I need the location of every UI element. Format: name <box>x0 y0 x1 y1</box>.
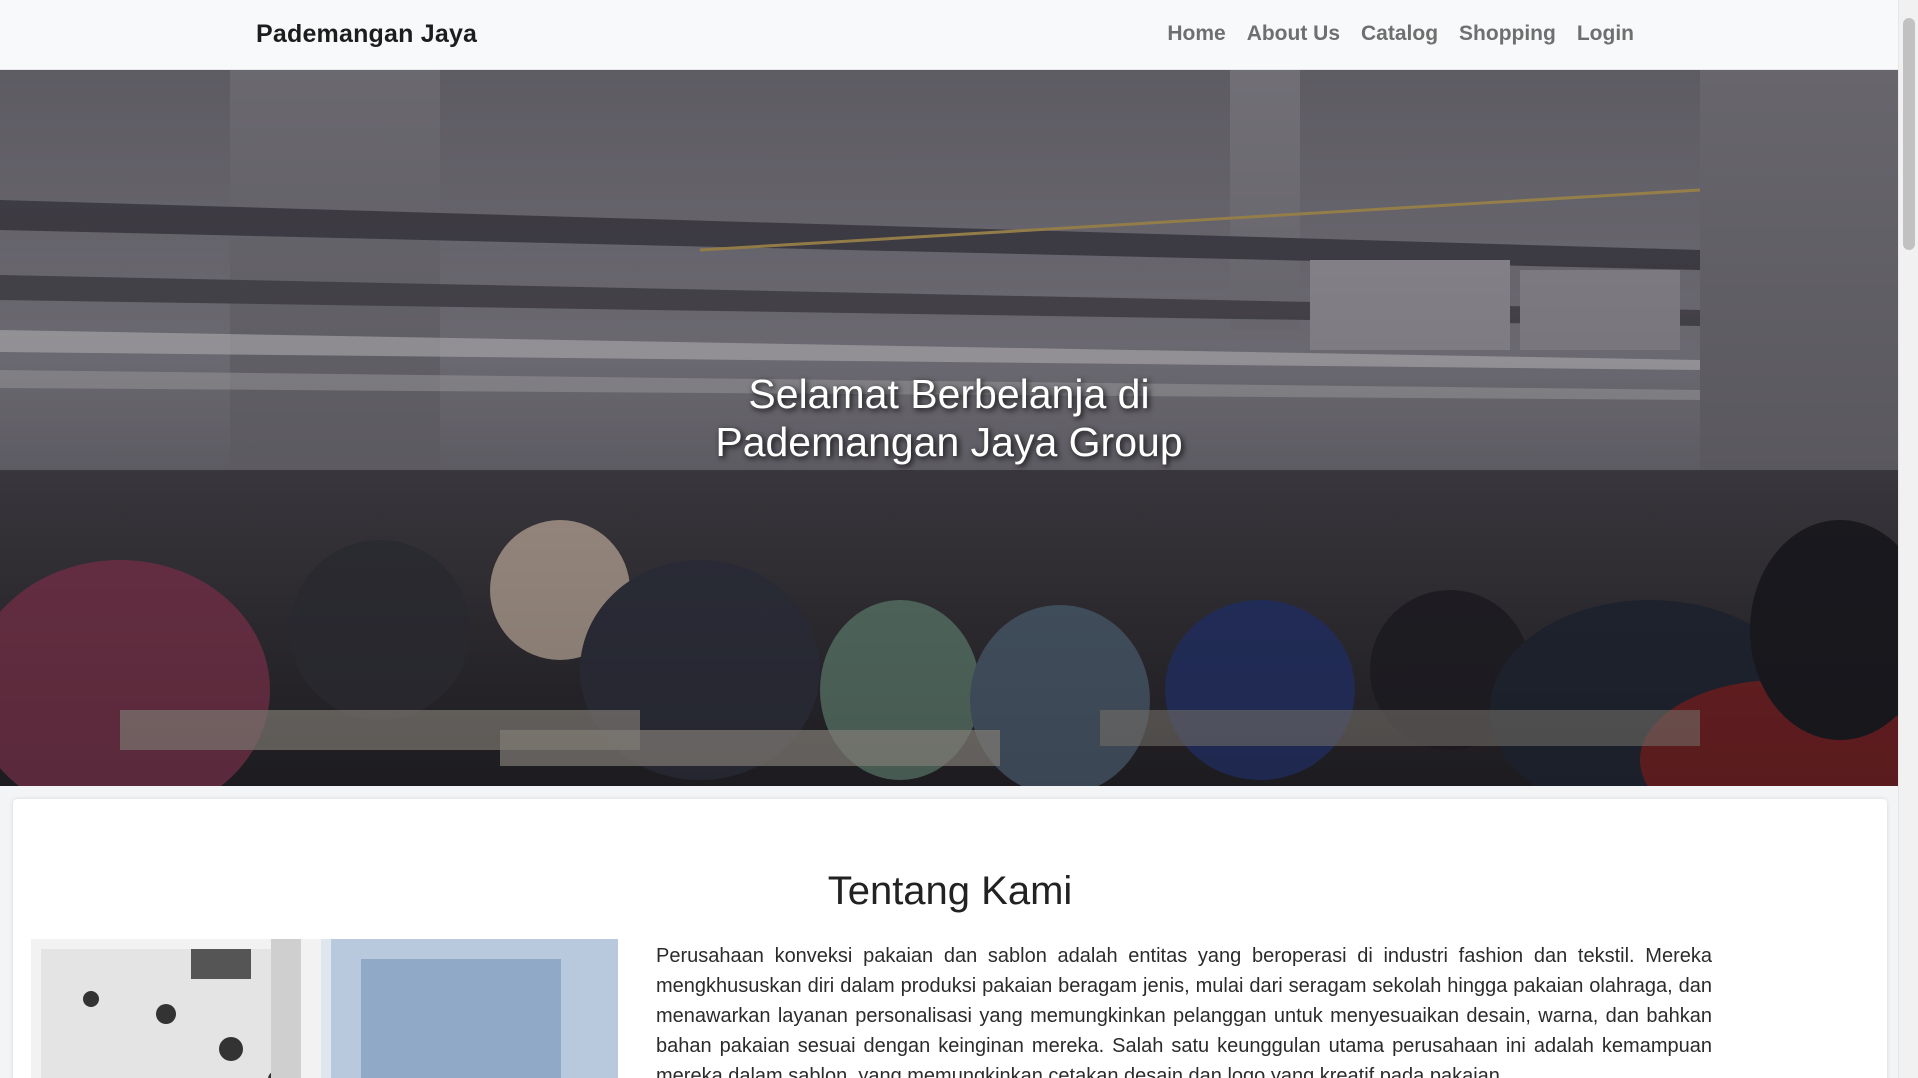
hero-banner: Selamat Berbelanja di Pademangan Jaya Gr… <box>0 70 1898 786</box>
about-sewing-machine-image <box>31 939 618 1078</box>
navbar: Pademangan Jaya Home About Us Catalog Sh… <box>0 0 1898 70</box>
nav-link-about-us[interactable]: About Us <box>1247 22 1340 46</box>
nav-link-home[interactable]: Home <box>1167 22 1225 46</box>
nav-links: Home About Us Catalog Shopping Login <box>1167 22 1634 46</box>
hero-title-line-2: Pademangan Jaya Group <box>715 419 1183 465</box>
nav-link-catalog[interactable]: Catalog <box>1361 22 1438 46</box>
about-section: Tentang Kami Perusahaan konveksi pakaian… <box>13 799 1887 1078</box>
about-title: Tentang Kami <box>827 869 1073 913</box>
hero-title: Selamat Berbelanja di Pademangan Jaya Gr… <box>0 370 1898 466</box>
nav-link-login[interactable]: Login <box>1577 22 1634 46</box>
page-scrollbar[interactable] <box>1898 0 1918 1078</box>
brand-logo[interactable]: Pademangan Jaya <box>256 20 477 49</box>
hero-title-line-1: Selamat Berbelanja di <box>748 371 1150 417</box>
page: Pademangan Jaya Home About Us Catalog Sh… <box>0 0 1918 1078</box>
nav-link-shopping[interactable]: Shopping <box>1459 22 1556 46</box>
scrollbar-thumb[interactable] <box>1903 18 1915 250</box>
about-paragraph: Perusahaan konveksi pakaian dan sablon a… <box>656 945 1712 1078</box>
